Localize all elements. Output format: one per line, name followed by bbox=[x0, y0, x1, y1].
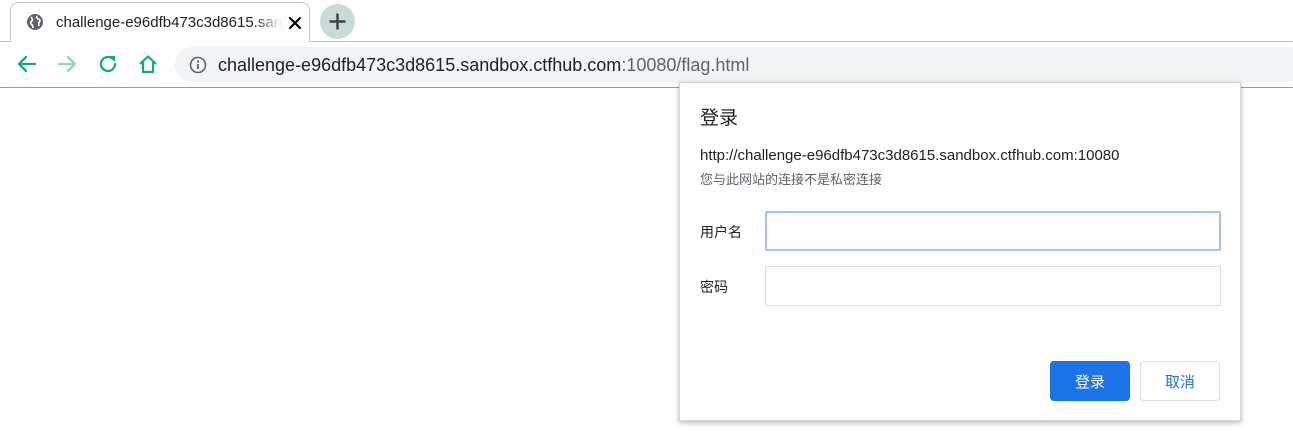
dialog-title: 登录 bbox=[700, 108, 739, 129]
username-label: 用户名 bbox=[700, 224, 742, 240]
dialog-origin: http://challenge-e96dfb473c3d8615.sandbo… bbox=[700, 147, 1120, 164]
url-path: :10080/flag.html bbox=[621, 55, 750, 75]
url-text: challenge-e96dfb473c3d8615.sandbox.ctfhu… bbox=[218, 55, 749, 75]
dialog-connection-warning: 您与此网站的连接不是私密连接 bbox=[700, 172, 883, 187]
globe-icon bbox=[27, 14, 43, 30]
cancel-button[interactable]: 取消 bbox=[1140, 361, 1220, 401]
home-icon[interactable] bbox=[137, 53, 159, 75]
http-auth-dialog: 登录 http://challenge-e96dfb473c3d8615.san… bbox=[679, 82, 1241, 421]
plus-icon bbox=[329, 13, 346, 30]
info-icon[interactable] bbox=[189, 56, 207, 74]
arrow-right-icon[interactable] bbox=[56, 53, 78, 75]
close-icon[interactable] bbox=[287, 15, 303, 31]
tab-title: challenge-e96dfb473c3d8615.sandbox.ctfhu… bbox=[56, 14, 282, 31]
browser-tab[interactable]: challenge-e96dfb473c3d8615.sandbox.ctfhu… bbox=[10, 2, 310, 42]
url-host: challenge-e96dfb473c3d8615.sandbox.ctfhu… bbox=[218, 55, 622, 75]
sign-in-button[interactable]: 登录 bbox=[1050, 361, 1130, 401]
tab-strip: challenge-e96dfb473c3d8615.sandbox.ctfhu… bbox=[0, 0, 1293, 42]
reload-icon[interactable] bbox=[97, 53, 119, 75]
omnibox[interactable]: challenge-e96dfb473c3d8615.sandbox.ctfhu… bbox=[175, 47, 1293, 82]
password-label: 密码 bbox=[700, 279, 728, 295]
password-input[interactable] bbox=[765, 266, 1221, 306]
arrow-left-icon[interactable] bbox=[16, 53, 38, 75]
new-tab-button[interactable] bbox=[320, 4, 355, 39]
username-input[interactable] bbox=[765, 211, 1221, 251]
